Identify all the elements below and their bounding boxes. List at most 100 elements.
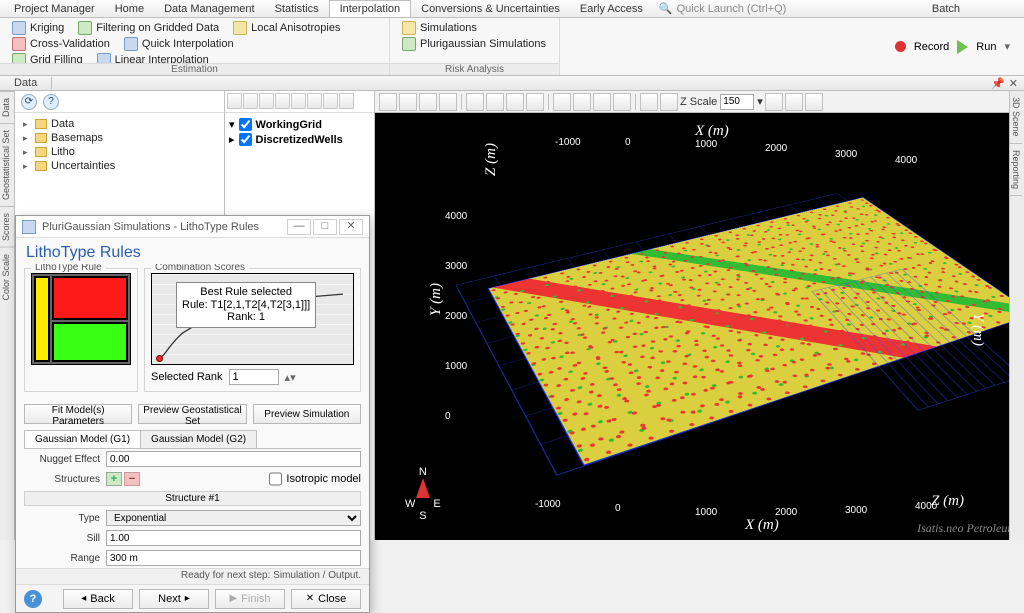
vp-rotate-icon[interactable] bbox=[419, 93, 437, 111]
litho-facies-green bbox=[52, 322, 128, 362]
isotropic-checkbox[interactable] bbox=[269, 471, 282, 487]
close-button[interactable]: ✕ bbox=[339, 219, 363, 235]
minimize-button[interactable]: — bbox=[287, 219, 311, 235]
menu-tab-conversions[interactable]: Conversions & Uncertainties bbox=[411, 1, 570, 17]
vp-snap-icon[interactable] bbox=[613, 93, 631, 111]
nugget-input[interactable] bbox=[106, 451, 361, 467]
vp-light-icon[interactable] bbox=[553, 93, 571, 111]
right-side-tabs: 3D Scene Reporting bbox=[1009, 91, 1024, 540]
tool-f[interactable] bbox=[307, 93, 322, 109]
side-tab-geostat[interactable]: Geostatistical Set bbox=[0, 123, 14, 206]
zscale-control[interactable]: Z Scale ▾ bbox=[680, 94, 763, 110]
vp-measure-icon[interactable] bbox=[765, 93, 783, 111]
tool-a[interactable] bbox=[227, 93, 242, 109]
quick-launch[interactable]: 🔍 Quick Launch (Ctrl+Q) bbox=[659, 2, 786, 15]
ribbon-plurigaussian[interactable]: Plurigaussian Simulations bbox=[400, 36, 548, 52]
axis-z-label-left: Z (m) bbox=[483, 143, 500, 176]
scene-item-wells[interactable]: ▸DiscretizedWells bbox=[229, 132, 370, 147]
ribbon-quick-interp[interactable]: Quick Interpolation bbox=[122, 36, 236, 52]
vp-pointer-icon[interactable] bbox=[379, 93, 397, 111]
menu-tab-early[interactable]: Early Access bbox=[570, 1, 653, 17]
tab-g1[interactable]: Gaussian Model (G1) bbox=[24, 430, 141, 448]
litho-facies-red bbox=[52, 276, 128, 320]
menu-tab-stats[interactable]: Statistics bbox=[265, 1, 329, 17]
dialog-help-button[interactable]: ? bbox=[24, 590, 42, 608]
vp-slice-icon[interactable] bbox=[526, 93, 544, 111]
data-panel-header: Data 📌 ✕ bbox=[0, 76, 1024, 91]
menu-tab-home[interactable]: Home bbox=[105, 1, 154, 17]
rtab-3dscene[interactable]: 3D Scene bbox=[1010, 91, 1022, 144]
tool-b[interactable] bbox=[243, 93, 258, 109]
tree-basemaps: Basemaps bbox=[21, 131, 218, 145]
type-select[interactable]: Exponential bbox=[106, 510, 361, 526]
tool-c[interactable] bbox=[259, 93, 274, 109]
rtab-reporting[interactable]: Reporting bbox=[1010, 144, 1022, 196]
preview-sim-button[interactable]: Preview Simulation bbox=[253, 404, 361, 424]
ribbon-simulations[interactable]: Simulations bbox=[400, 20, 479, 36]
help-icon[interactable]: ? bbox=[43, 94, 59, 110]
tool-d[interactable] bbox=[275, 93, 290, 109]
tree-data: Data bbox=[21, 117, 218, 131]
sill-input[interactable] bbox=[106, 530, 361, 546]
record-button[interactable]: Record bbox=[914, 41, 949, 53]
tool-h[interactable] bbox=[339, 93, 354, 109]
remove-structure-button[interactable]: − bbox=[124, 472, 140, 486]
axis-x-label-bottom: X (m) bbox=[745, 517, 779, 534]
zscale-input[interactable] bbox=[720, 94, 754, 110]
tree-unc: Uncertainties bbox=[21, 159, 218, 173]
vp-ortho-icon[interactable] bbox=[486, 93, 504, 111]
tab-g2[interactable]: Gaussian Model (G2) bbox=[140, 430, 257, 448]
vp-camera-icon[interactable] bbox=[640, 93, 658, 111]
dialog-heading: LithoType Rules bbox=[16, 238, 369, 264]
vp-grid-icon[interactable] bbox=[573, 93, 591, 111]
close-icon[interactable]: ✕ bbox=[1009, 77, 1018, 90]
preview-set-button[interactable]: Preview Geostatistical Set bbox=[138, 404, 246, 424]
scene-item-workinggrid[interactable]: ▾WorkingGrid bbox=[229, 117, 370, 132]
compass: N WE S bbox=[405, 466, 441, 522]
run-button[interactable]: Run bbox=[976, 41, 996, 53]
side-tab-color[interactable]: Color Scale bbox=[0, 247, 14, 307]
lithotype-rule-preview[interactable] bbox=[31, 273, 131, 365]
vp-zoom-icon[interactable] bbox=[439, 93, 457, 111]
watermark: Isatis.neo Petroleum bbox=[917, 521, 1016, 536]
vp-fit-icon[interactable] bbox=[466, 93, 484, 111]
scene-toolbar bbox=[225, 91, 374, 113]
range-input-1[interactable] bbox=[106, 550, 361, 566]
ribbon-filter-grid[interactable]: Filtering on Gridded Data bbox=[76, 20, 221, 36]
vp-pan-icon[interactable] bbox=[399, 93, 417, 111]
vp-help-icon[interactable] bbox=[805, 93, 823, 111]
structure-header: Structure #1 bbox=[24, 491, 361, 506]
vp-axes-icon[interactable] bbox=[593, 93, 611, 111]
tool-e[interactable] bbox=[291, 93, 306, 109]
selected-rank-input[interactable] bbox=[229, 369, 279, 385]
ribbon-local-aniso[interactable]: Local Anisotropies bbox=[231, 20, 342, 36]
back-button[interactable]: ◂ Back bbox=[63, 589, 133, 609]
next-button[interactable]: Next ▸ bbox=[139, 589, 209, 609]
data-tab[interactable]: Data bbox=[0, 77, 52, 89]
side-tab-data[interactable]: Data bbox=[0, 91, 14, 123]
vp-cube-icon[interactable] bbox=[506, 93, 524, 111]
maximize-button[interactable]: □ bbox=[313, 219, 337, 235]
viewport-toolbar: Z Scale ▾ bbox=[375, 91, 1024, 113]
pin-icon[interactable]: 📌 bbox=[991, 77, 1005, 90]
dialog-titlebar[interactable]: PluriGaussian Simulations - LithoType Ru… bbox=[16, 216, 369, 238]
menu-tab-project[interactable]: Project Manager bbox=[4, 1, 105, 17]
dialog-title-text: PluriGaussian Simulations - LithoType Ru… bbox=[42, 221, 259, 233]
ribbon-kriging[interactable]: Kriging bbox=[10, 20, 66, 36]
vp-settings-icon[interactable] bbox=[785, 93, 803, 111]
side-tab-scores[interactable]: Scores bbox=[0, 206, 14, 247]
fit-model-button[interactable]: Fit Model(s) Parameters bbox=[24, 404, 132, 424]
finish-button[interactable]: ▶ Finish bbox=[215, 589, 285, 609]
dialog-close-button[interactable]: ✕ Close bbox=[291, 589, 361, 609]
3d-viewport[interactable]: Z Scale ▾ X (m) X (m) Y (m) Y (m) Z (m) … bbox=[375, 91, 1024, 540]
vp-save-icon[interactable] bbox=[660, 93, 678, 111]
menu-tab-interpolation[interactable]: Interpolation bbox=[329, 0, 412, 17]
data-tree[interactable]: Data Basemaps Litho Uncertainties bbox=[15, 113, 224, 177]
menu-tab-data[interactable]: Data Management bbox=[154, 1, 265, 17]
tool-g[interactable] bbox=[323, 93, 338, 109]
score-chart[interactable]: Best Rule selected Rule: T1[2,1,T2[4,T2[… bbox=[151, 273, 354, 365]
add-structure-button[interactable]: + bbox=[106, 472, 122, 486]
axis-y-label-right: Y (m) bbox=[969, 313, 986, 346]
refresh-icon[interactable]: ⟳ bbox=[21, 94, 37, 110]
ribbon-crossval[interactable]: Cross-Validation bbox=[10, 36, 112, 52]
